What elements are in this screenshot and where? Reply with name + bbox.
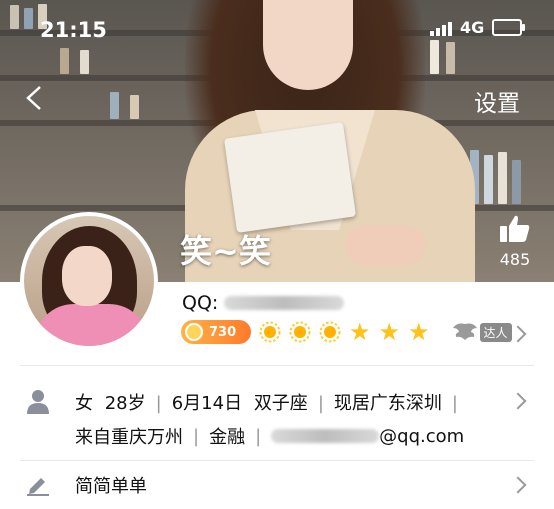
qq-number-row: QQ: <box>182 292 345 314</box>
profile-nickname: 笑~笑 <box>180 232 271 270</box>
age: 28岁 <box>104 393 146 414</box>
status-indicators: 4G <box>430 18 526 37</box>
chevron-right-icon[interactable] <box>509 476 527 494</box>
avatar[interactable] <box>20 212 158 350</box>
sun-level-icon <box>259 321 281 343</box>
sun-level-icon <box>289 321 311 343</box>
star-level-icon: ★ <box>378 318 401 346</box>
extra-info-row[interactable]: 来自重庆万州 | 金融 | @qq.com <box>75 423 464 449</box>
qq-label: QQ: <box>182 292 219 314</box>
master-label: 达人 <box>479 322 512 342</box>
chevron-right-icon[interactable] <box>509 392 527 410</box>
like-button[interactable]: 485 <box>490 214 540 269</box>
email-suffix: @qq.com <box>379 425 465 447</box>
divider <box>20 365 534 366</box>
status-time: 21:15 <box>40 18 107 42</box>
edit-icon <box>27 478 49 496</box>
zodiac: 双子座 <box>253 393 308 414</box>
separator: | <box>155 393 162 414</box>
birthday: 6月14日 <box>171 393 243 414</box>
vip-level: 730 <box>209 324 237 340</box>
thumbs-up-icon <box>500 215 530 242</box>
vip-badge: 730 <box>181 320 251 344</box>
level-row[interactable]: 730 ★ ★ ★ 达人 <box>181 320 512 344</box>
master-badge: 达人 <box>452 320 512 344</box>
person-icon <box>27 390 49 414</box>
separator: | <box>451 393 458 414</box>
like-count: 485 <box>499 250 531 269</box>
book <box>10 5 19 29</box>
book <box>60 48 69 74</box>
qq-number-redacted <box>224 296 345 310</box>
wings-icon <box>452 323 477 340</box>
basic-info-row[interactable]: 女 28岁 | 6月14日 双子座 | 现居广东深圳 | <box>75 389 468 415</box>
separator: | <box>255 425 262 447</box>
book <box>484 155 493 204</box>
sun-level-icon <box>319 321 341 343</box>
industry: 金融 <box>209 427 246 448</box>
book <box>130 95 139 119</box>
book <box>24 8 33 29</box>
settings-button[interactable]: 设置 <box>474 84 520 118</box>
signature-text: 简简单单 <box>75 476 147 497</box>
star-level-icon: ★ <box>408 318 430 346</box>
book <box>110 92 119 119</box>
chevron-right-icon[interactable] <box>509 325 527 343</box>
signature-row[interactable]: 简简单单 <box>75 472 147 498</box>
separator: | <box>193 425 200 447</box>
location: 现居广东深圳 <box>333 393 442 414</box>
hometown: 来自重庆万州 <box>75 427 183 448</box>
book <box>498 152 507 204</box>
signal-icon <box>430 20 452 36</box>
vip-coin-icon <box>185 323 203 341</box>
divider <box>20 460 534 461</box>
book <box>80 50 89 74</box>
battery-icon <box>492 19 526 36</box>
star-level-icon: ★ <box>349 318 371 346</box>
email-redacted <box>271 429 380 443</box>
separator: | <box>317 393 324 414</box>
gender: 女 <box>75 393 93 414</box>
back-icon[interactable] <box>22 84 50 112</box>
network-type: 4G <box>460 18 485 37</box>
book <box>512 160 521 204</box>
